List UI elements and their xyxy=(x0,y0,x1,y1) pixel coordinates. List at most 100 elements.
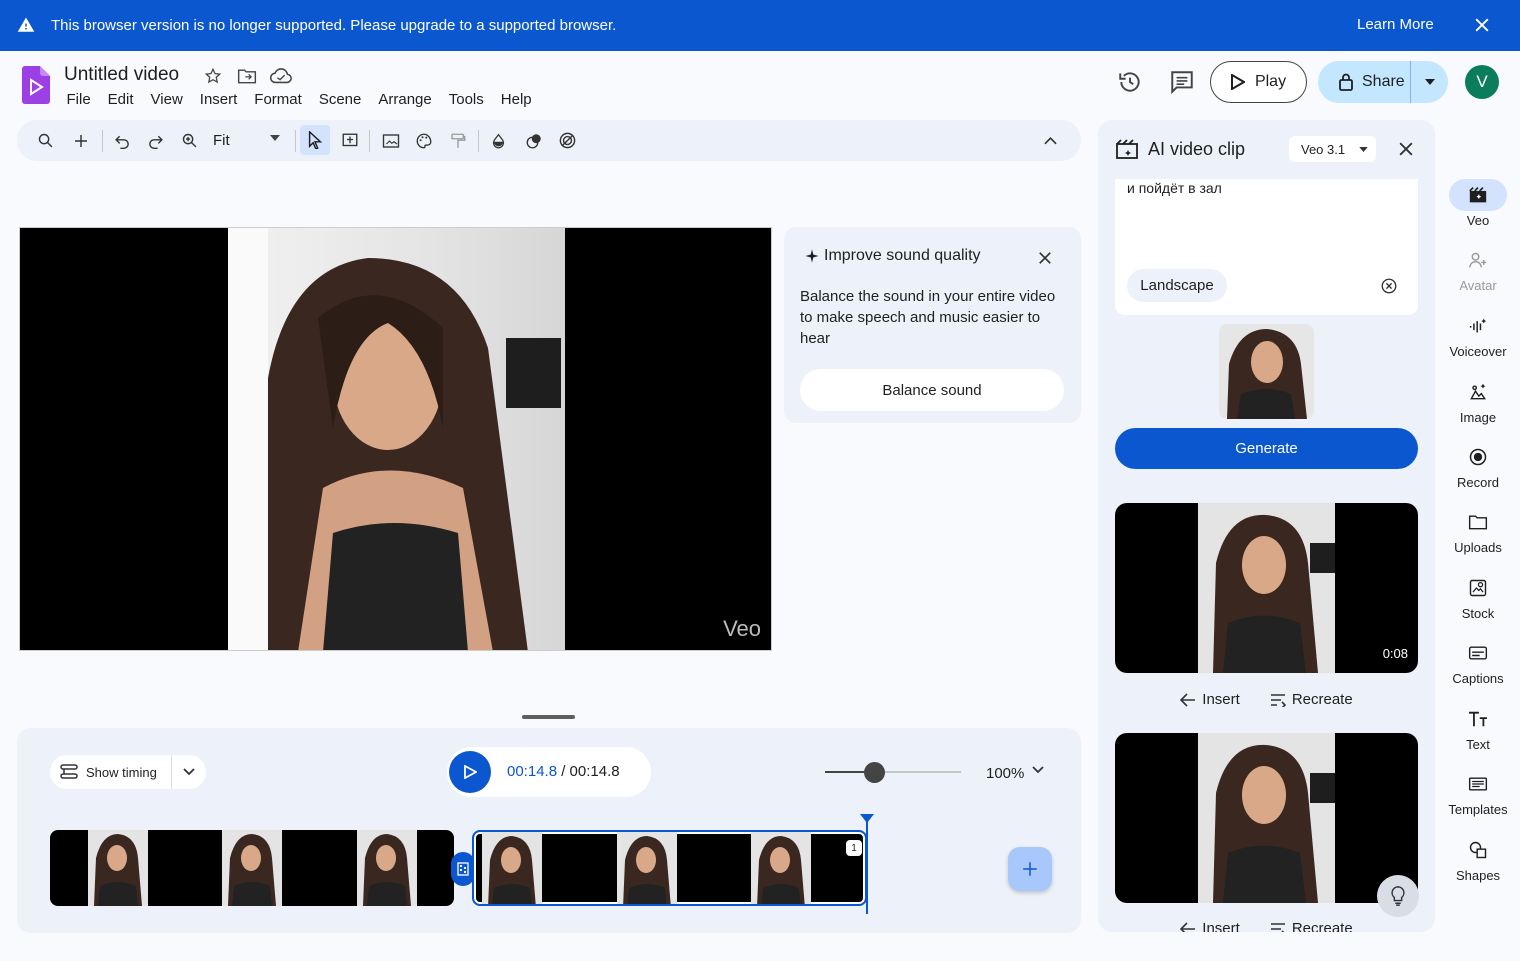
menu-insert[interactable]: Insert xyxy=(191,91,246,108)
recreate-button[interactable]: Recreate xyxy=(1270,691,1353,708)
playback-controls: 00:14.8 / 00:14.8 xyxy=(447,747,651,797)
mask-shape-icon[interactable] xyxy=(521,128,546,153)
timeline-clip-selected[interactable]: 1 xyxy=(472,830,867,906)
reference-image-thumbnail[interactable] xyxy=(1219,324,1314,419)
menu-tools[interactable]: Tools xyxy=(440,91,492,108)
rail-label: Text xyxy=(1466,737,1490,752)
rail-uploads[interactable]: Uploads xyxy=(1447,506,1509,555)
effects-rings-icon[interactable] xyxy=(555,128,580,153)
redo-icon[interactable] xyxy=(143,128,168,153)
sparkle-icon xyxy=(805,249,819,263)
generated-clip-1[interactable]: 0:08 xyxy=(1115,503,1418,673)
filmstrip-frame xyxy=(482,832,542,904)
play-button[interactable]: Play xyxy=(1210,61,1307,103)
image-icon[interactable] xyxy=(378,128,403,153)
chevron-down-icon[interactable] xyxy=(1032,765,1044,775)
vids-logo-icon[interactable] xyxy=(22,66,50,104)
menu-view[interactable]: View xyxy=(142,91,191,108)
menu-bar: File Edit View Insert Format Scene Arran… xyxy=(58,91,540,108)
timing-icon xyxy=(60,764,78,779)
clip-number-badge: 1 xyxy=(846,840,862,856)
add-clip-button[interactable] xyxy=(1008,847,1052,891)
generate-button[interactable]: Generate xyxy=(1115,428,1418,469)
unsupported-browser-banner: This browser version is no longer suppor… xyxy=(0,0,1520,51)
zoom-percent[interactable]: 100% xyxy=(986,765,1024,782)
lightbulb-icon[interactable] xyxy=(1377,875,1419,917)
rail-label: Uploads xyxy=(1454,540,1502,555)
timeline-clip[interactable] xyxy=(50,830,454,906)
text-icon xyxy=(1449,703,1507,735)
menu-format[interactable]: Format xyxy=(246,91,311,108)
palette-icon[interactable] xyxy=(411,128,436,153)
rail-shapes[interactable]: Shapes xyxy=(1447,834,1509,883)
warning-icon xyxy=(17,17,35,32)
veo-clapper-icon xyxy=(1116,139,1138,159)
rail-image[interactable]: Image xyxy=(1447,376,1509,425)
chevron-down-icon[interactable] xyxy=(270,135,280,141)
close-icon[interactable] xyxy=(1396,139,1416,159)
star-icon[interactable] xyxy=(202,66,224,86)
balance-sound-button[interactable]: Balance sound xyxy=(800,369,1064,411)
arrow-left-icon xyxy=(1180,692,1196,707)
recreate-button[interactable]: Recreate xyxy=(1270,920,1353,932)
document-title[interactable]: Untitled video xyxy=(64,64,179,86)
show-timing-control: Show timing xyxy=(50,755,206,789)
captions-icon xyxy=(1449,637,1507,669)
close-icon[interactable] xyxy=(1472,15,1492,35)
version-history-icon[interactable] xyxy=(1116,68,1144,96)
zoom-slider-thumb[interactable] xyxy=(863,762,885,783)
video-canvas[interactable]: Veo xyxy=(19,227,772,651)
rail-label: Voiceover xyxy=(1449,344,1507,359)
aspect-ratio-chip[interactable]: Landscape xyxy=(1127,269,1227,302)
zoom-select[interactable]: Fit xyxy=(213,132,230,149)
menu-arrange[interactable]: Arrange xyxy=(370,91,440,108)
close-icon[interactable] xyxy=(1036,249,1054,267)
rail-veo[interactable]: Veo xyxy=(1447,179,1509,228)
rail-avatar[interactable]: Avatar xyxy=(1447,244,1509,293)
resize-handle[interactable] xyxy=(522,715,575,719)
share-dropdown-icon[interactable] xyxy=(1411,79,1448,85)
editing-toolbar: Fit xyxy=(17,120,1081,161)
menu-file[interactable]: File xyxy=(58,91,99,108)
rail-stock[interactable]: Stock xyxy=(1447,572,1509,621)
rail-captions[interactable]: Captions xyxy=(1447,637,1509,686)
rail-text[interactable]: Text xyxy=(1447,703,1509,752)
show-timing-button[interactable]: Show timing xyxy=(50,755,172,789)
menu-scene[interactable]: Scene xyxy=(310,91,370,108)
generated-clip-2[interactable] xyxy=(1115,733,1418,903)
rail-label: Image xyxy=(1459,410,1497,425)
account-avatar[interactable]: V xyxy=(1465,65,1499,99)
insert-button[interactable]: Insert xyxy=(1180,920,1240,932)
text-box-icon[interactable] xyxy=(337,128,362,153)
learn-more-link[interactable]: Learn More xyxy=(1357,16,1434,33)
clip-duration: 0:08 xyxy=(1378,644,1412,663)
fill-drop-icon[interactable] xyxy=(486,128,511,153)
prompt-text[interactable]: и пойдёт в зал xyxy=(1127,180,1222,196)
menu-help[interactable]: Help xyxy=(492,91,540,108)
clear-circle-icon[interactable] xyxy=(1380,277,1398,295)
prompt-input[interactable]: и пойдёт в зал Landscape xyxy=(1115,179,1418,315)
undo-icon[interactable] xyxy=(110,128,135,153)
ai-video-clip-panel: AI video clip Veo 3.1 и пойдёт в зал Lan… xyxy=(1098,120,1435,932)
paint-format-icon[interactable] xyxy=(445,128,470,153)
collapse-toolbar-icon[interactable] xyxy=(1038,128,1063,153)
play-icon[interactable] xyxy=(449,751,491,793)
select-cursor-icon[interactable] xyxy=(300,125,330,155)
share-button[interactable]: Share xyxy=(1318,61,1448,103)
playhead[interactable] xyxy=(866,820,868,914)
rail-record[interactable]: Record xyxy=(1447,441,1509,490)
insert-label: Insert xyxy=(1202,920,1240,932)
search-icon[interactable] xyxy=(33,128,58,153)
add-icon[interactable] xyxy=(68,128,93,153)
rail-templates[interactable]: Templates xyxy=(1447,768,1509,817)
menu-edit[interactable]: Edit xyxy=(99,91,142,108)
cloud-saved-icon[interactable] xyxy=(270,66,292,86)
insert-button[interactable]: Insert xyxy=(1180,691,1240,708)
zoom-icon[interactable] xyxy=(177,128,202,153)
move-folder-icon[interactable] xyxy=(236,66,258,86)
chevron-down-icon[interactable] xyxy=(172,768,206,776)
model-select[interactable]: Veo 3.1 xyxy=(1289,136,1376,162)
rail-label: Stock xyxy=(1461,606,1495,621)
rail-voiceover[interactable]: Voiceover xyxy=(1447,310,1509,359)
comments-icon[interactable] xyxy=(1168,68,1196,96)
